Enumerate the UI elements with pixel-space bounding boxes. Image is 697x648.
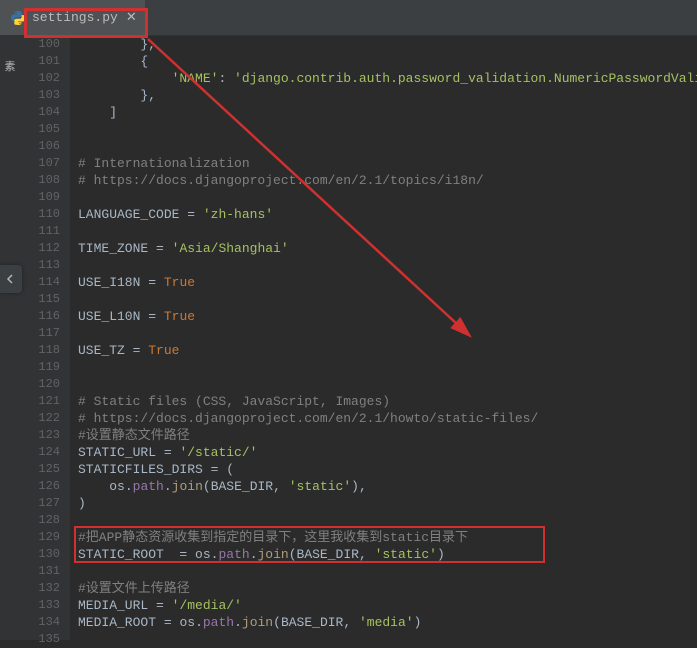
line-number: 118 xyxy=(20,342,60,359)
code-line[interactable]: LANGUAGE_CODE = 'zh-hans' xyxy=(78,206,697,223)
code-line[interactable]: USE_L10N = True xyxy=(78,308,697,325)
line-number: 120 xyxy=(20,376,60,393)
line-number: 119 xyxy=(20,359,60,376)
line-number: 128 xyxy=(20,512,60,529)
tab-filename: settings.py xyxy=(32,10,118,25)
line-number: 113 xyxy=(20,257,60,274)
line-number: 122 xyxy=(20,410,60,427)
code-line[interactable]: # https://docs.djangoproject.com/en/2.1/… xyxy=(78,410,697,427)
line-number: 102 xyxy=(20,70,60,87)
line-number: 101 xyxy=(20,53,60,70)
python-file-icon xyxy=(10,10,26,26)
line-number: 132 xyxy=(20,580,60,597)
code-content[interactable]: }, { 'NAME': 'django.contrib.auth.passwo… xyxy=(70,36,697,640)
code-line[interactable]: # Internationalization xyxy=(78,155,697,172)
line-number: 129 xyxy=(20,529,60,546)
code-line[interactable]: MEDIA_ROOT = os.path.join(BASE_DIR, 'med… xyxy=(78,614,697,631)
code-line[interactable]: ) xyxy=(78,495,697,512)
line-number: 131 xyxy=(20,563,60,580)
code-line[interactable]: #设置静态文件路径 xyxy=(78,427,697,444)
code-line[interactable]: ] xyxy=(78,104,697,121)
line-number: 123 xyxy=(20,427,60,444)
tab-bar: settings.py ✕ xyxy=(0,0,697,36)
line-number: 112 xyxy=(20,240,60,257)
line-number: 127 xyxy=(20,495,60,512)
editor[interactable]: 1001011021031041051061071081091101111121… xyxy=(20,36,697,640)
line-number: 106 xyxy=(20,138,60,155)
line-number: 115 xyxy=(20,291,60,308)
code-line[interactable]: # https://docs.djangoproject.com/en/2.1/… xyxy=(78,172,697,189)
code-line[interactable]: 'NAME': 'django.contrib.auth.password_va… xyxy=(78,70,697,87)
line-number-gutter: 1001011021031041051061071081091101111121… xyxy=(20,36,70,640)
collapse-panel-handle[interactable] xyxy=(0,265,22,293)
line-number: 130 xyxy=(20,546,60,563)
code-line[interactable] xyxy=(78,291,697,308)
line-number: 116 xyxy=(20,308,60,325)
left-tool-gutter: 素 xyxy=(0,36,20,640)
code-line[interactable]: MEDIA_URL = '/media/' xyxy=(78,597,697,614)
left-gutter-label: 素 xyxy=(5,58,16,74)
code-line[interactable] xyxy=(78,138,697,155)
code-line[interactable] xyxy=(78,121,697,138)
code-line[interactable]: }, xyxy=(78,36,697,53)
line-number: 105 xyxy=(20,121,60,138)
code-line[interactable] xyxy=(78,257,697,274)
line-number: 108 xyxy=(20,172,60,189)
line-number: 124 xyxy=(20,444,60,461)
line-number: 133 xyxy=(20,597,60,614)
line-number: 121 xyxy=(20,393,60,410)
code-line[interactable]: #设置文件上传路径 xyxy=(78,580,697,597)
code-line[interactable] xyxy=(78,223,697,240)
code-line[interactable] xyxy=(78,189,697,206)
line-number: 100 xyxy=(20,36,60,53)
file-tab[interactable]: settings.py ✕ xyxy=(0,0,145,35)
line-number: 111 xyxy=(20,223,60,240)
code-line[interactable]: os.path.join(BASE_DIR, 'static'), xyxy=(78,478,697,495)
line-number: 134 xyxy=(20,614,60,631)
code-line[interactable]: USE_I18N = True xyxy=(78,274,697,291)
code-line[interactable]: # Static files (CSS, JavaScript, Images) xyxy=(78,393,697,410)
code-line[interactable] xyxy=(78,325,697,342)
code-line[interactable] xyxy=(78,376,697,393)
line-number: 103 xyxy=(20,87,60,104)
close-icon[interactable]: ✕ xyxy=(126,10,137,25)
code-line[interactable]: #把APP静态资源收集到指定的目录下，这里我收集到static目录下 xyxy=(78,529,697,546)
code-line[interactable]: STATIC_URL = '/static/' xyxy=(78,444,697,461)
line-number: 109 xyxy=(20,189,60,206)
line-number: 104 xyxy=(20,104,60,121)
code-line[interactable]: { xyxy=(78,53,697,70)
line-number: 117 xyxy=(20,325,60,342)
code-line[interactable]: }, xyxy=(78,87,697,104)
code-line[interactable] xyxy=(78,563,697,580)
line-number: 110 xyxy=(20,206,60,223)
code-line[interactable]: USE_TZ = True xyxy=(78,342,697,359)
line-number: 114 xyxy=(20,274,60,291)
code-line[interactable]: STATIC_ROOT = os.path.join(BASE_DIR, 'st… xyxy=(78,546,697,563)
code-line[interactable] xyxy=(78,359,697,376)
line-number: 125 xyxy=(20,461,60,478)
code-line[interactable]: TIME_ZONE = 'Asia/Shanghai' xyxy=(78,240,697,257)
line-number: 126 xyxy=(20,478,60,495)
line-number: 107 xyxy=(20,155,60,172)
code-line[interactable]: STATICFILES_DIRS = ( xyxy=(78,461,697,478)
code-line[interactable] xyxy=(78,512,697,529)
